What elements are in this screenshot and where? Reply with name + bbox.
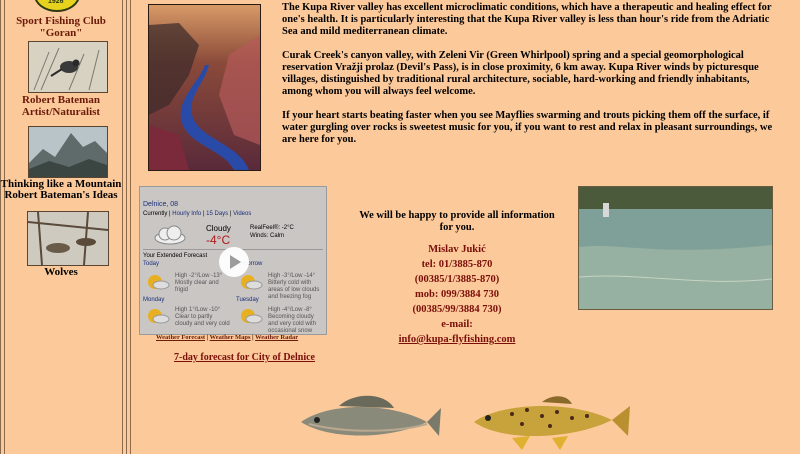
wolves-label[interactable]: Wolves bbox=[0, 266, 122, 278]
nav-sep: | bbox=[169, 211, 171, 217]
forecast-temps: High -2°/Low -13° bbox=[175, 273, 223, 279]
article-paragraph-1: The Kupa River valley has excellent micr… bbox=[282, 2, 772, 37]
weather-condition: Cloudy bbox=[206, 224, 231, 233]
sidebar-divider-1 bbox=[122, 0, 123, 454]
club-nickname: "Goran" bbox=[39, 27, 83, 39]
contact-mob-intl: (00385/99/3884 730) bbox=[412, 304, 502, 315]
contact-block: We will be happy to provide all informat… bbox=[352, 210, 562, 347]
sun-cloud-icon bbox=[148, 309, 170, 324]
brown-trout-fish-image bbox=[474, 396, 630, 450]
link-sep: | bbox=[206, 334, 209, 341]
weather-radar-link[interactable]: Weather Radar bbox=[255, 334, 298, 341]
contact-name: Mislav Jukić bbox=[428, 244, 486, 255]
forecast-temps: High -3°/Low -14° bbox=[268, 273, 316, 279]
weather-nav-15days[interactable]: 15 Days bbox=[206, 211, 228, 217]
forecast-day-name[interactable]: Tomorrow bbox=[236, 261, 324, 268]
sun-cloud-icon bbox=[148, 275, 170, 290]
main-content: The Kupa River valley has excellent micr… bbox=[132, 0, 800, 454]
bird-painting-image bbox=[29, 42, 107, 92]
weather-realfeel: RealFeel®: -2°C bbox=[250, 225, 294, 231]
contact-email-label: e-mail: bbox=[441, 319, 473, 330]
sidebar-divider-2 bbox=[126, 0, 127, 454]
weather-nav-current: Currently bbox=[143, 211, 168, 217]
sidebar-divider-3 bbox=[130, 0, 131, 454]
contact-email-link[interactable]: info@kupa-flyfishing.com bbox=[399, 334, 516, 345]
contact-tel: tel: 01/3885-870 bbox=[421, 259, 493, 270]
sidebar: 1926 Sport Fishing Club "Goran" Robert B… bbox=[0, 0, 121, 454]
nav-sep: | bbox=[229, 211, 232, 217]
bateman-label-2[interactable]: Artist/Naturalist bbox=[0, 106, 122, 118]
bateman-label-1[interactable]: Robert Bateman bbox=[0, 94, 122, 106]
article-paragraph-2: Curak Creek's canyon valley, with Zeleni… bbox=[282, 50, 759, 97]
forecast-day-name[interactable]: Today bbox=[143, 261, 231, 268]
weather-details: RealFeel®: -2°C Winds: Calm bbox=[250, 224, 294, 240]
stream-image bbox=[579, 187, 772, 309]
forecast-temps: High 1°/Low -10° bbox=[175, 307, 221, 313]
article-paragraph-3: If your heart starts beating faster when… bbox=[282, 110, 773, 145]
river-image bbox=[149, 5, 260, 170]
fly-fishing-photo bbox=[578, 186, 773, 310]
wolves-painting-image bbox=[28, 212, 108, 265]
contact-tel-intl: (00385/1/3885-870) bbox=[414, 274, 500, 285]
wolves-thumbnail[interactable] bbox=[27, 211, 109, 266]
forecast-day-monday: Monday bbox=[143, 297, 231, 304]
seven-day-forecast-link[interactable]: 7-day forecast for City of Delnice bbox=[174, 352, 315, 363]
forecast-temps: High -4°/Low -8° bbox=[268, 307, 312, 313]
grayling-fish-image bbox=[301, 395, 441, 436]
forecast-desc: Clear to partly cloudy and very cold bbox=[175, 314, 230, 327]
weather-nav-videos[interactable]: Videos bbox=[233, 211, 251, 217]
weather-winds: Winds: Calm bbox=[250, 233, 285, 239]
video-play-button[interactable] bbox=[219, 247, 249, 277]
sun-cloud-icon bbox=[241, 275, 263, 290]
mountain-painting-image bbox=[29, 127, 107, 177]
weather-forecast-link[interactable]: Weather Forecast bbox=[156, 334, 205, 341]
contact-intro: We will be happy to provide all informat… bbox=[359, 210, 555, 233]
weather-maps-link[interactable]: Weather Maps bbox=[210, 334, 251, 341]
bateman-bird-thumbnail[interactable] bbox=[28, 41, 108, 93]
forecast-day-tuesday: Tuesday bbox=[236, 297, 324, 304]
weather-extended-label: Your Extended Forecast bbox=[143, 253, 208, 259]
weather-links: Weather Forecast | Weather Maps | Weathe… bbox=[156, 334, 298, 341]
contact-mob: mob: 099/3884 730 bbox=[415, 289, 499, 300]
article-text: The Kupa River valley has excellent micr… bbox=[282, 2, 778, 158]
forecast-today-details: High -2°/Low -13° Mostly clear and frigi… bbox=[175, 273, 231, 294]
nav-sep: | bbox=[202, 211, 205, 217]
forecast-day-today: Today bbox=[143, 261, 231, 268]
forecast-tuesday-details: High -4°/Low -8° Becoming cloudy and ver… bbox=[268, 307, 324, 334]
weather-nav-hourly[interactable]: Hourly Info bbox=[172, 211, 201, 217]
weather-temperature: -4°C bbox=[206, 233, 231, 247]
weather-nav: Currently | Hourly Info | 15 Days | Vide… bbox=[143, 211, 251, 217]
forecast-day-name[interactable]: Monday bbox=[143, 297, 231, 304]
cloud-icon bbox=[154, 225, 186, 245]
weather-city[interactable]: Delnice, 08 bbox=[143, 201, 178, 208]
forecast-desc: Mostly clear and frigid bbox=[175, 280, 219, 293]
forecast-day-tomorrow: Tomorrow bbox=[236, 261, 324, 268]
mountain-label-2[interactable]: Robert Bateman's Ideas bbox=[0, 189, 122, 201]
logo-year: 1926 bbox=[48, 0, 64, 5]
forecast-desc: Becoming cloudy and very cold with occas… bbox=[268, 314, 317, 334]
mountain-thumbnail[interactable] bbox=[28, 126, 108, 178]
club-logo[interactable]: 1926 bbox=[34, 0, 80, 12]
weather-widget[interactable]: Delnice, 08 Currently | Hourly Info | 15… bbox=[139, 186, 327, 335]
club-name: Sport Fishing Club bbox=[16, 15, 106, 27]
forecast-day-name[interactable]: Tuesday bbox=[236, 297, 324, 304]
link-sep: | bbox=[252, 334, 254, 341]
forecast-monday-details: High 1°/Low -10° Clear to partly cloudy … bbox=[175, 307, 231, 328]
sun-cloud-icon bbox=[241, 309, 263, 324]
kupa-river-photo bbox=[148, 4, 261, 171]
